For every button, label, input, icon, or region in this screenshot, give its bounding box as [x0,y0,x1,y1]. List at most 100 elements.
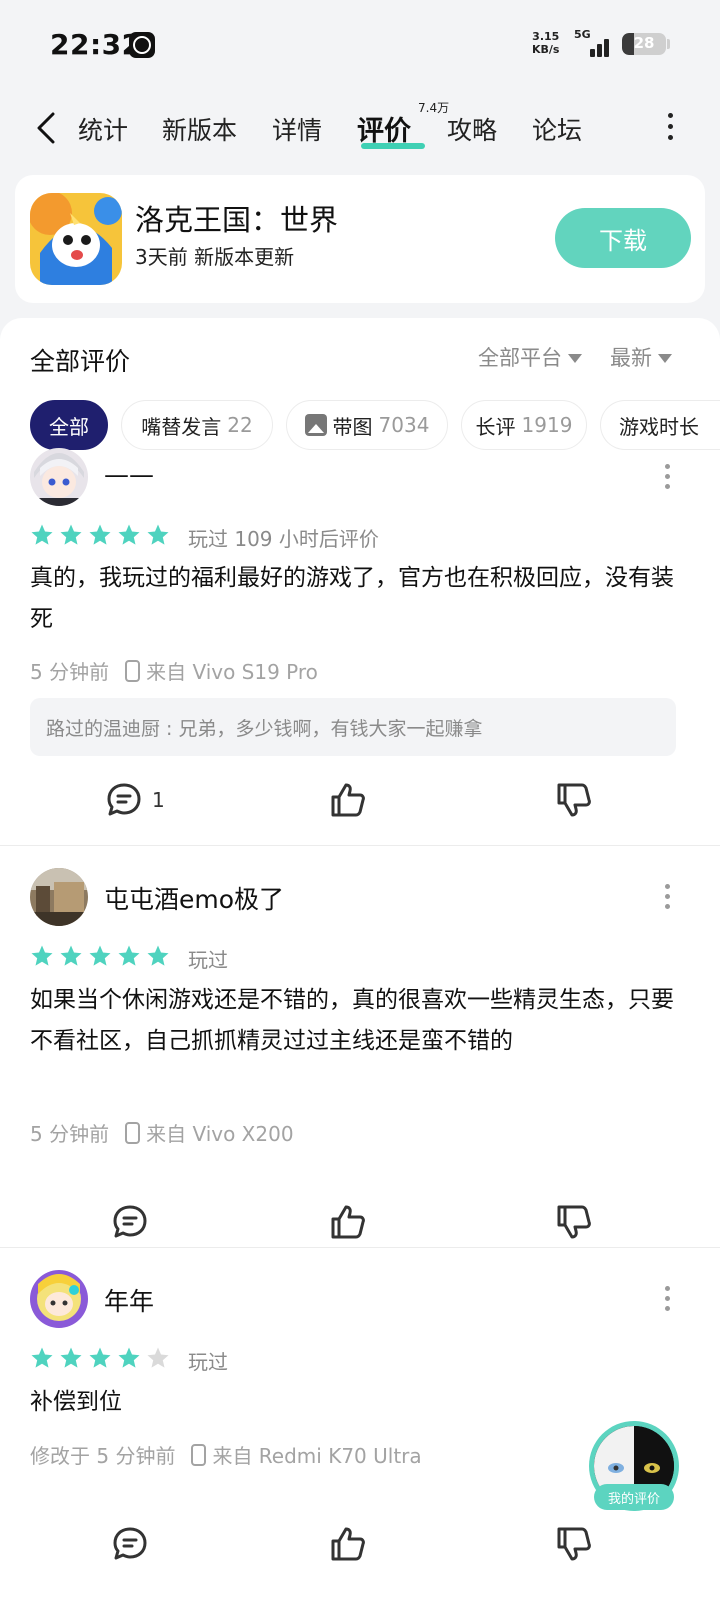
tab-forum[interactable]: 论坛 [532,111,582,147]
avatar[interactable] [30,868,88,926]
review-more-icon[interactable] [665,464,673,494]
review-card: —— 玩过 109 小时后评价 真的，我玩过的福利最好的游戏了，官方也在积极回应… [0,448,720,848]
avatar[interactable] [30,1270,88,1328]
thumbs-up-icon [331,1527,365,1561]
review-time: 5 分钟前 [30,660,110,684]
chip-spokesperson[interactable]: 嘴替发言 22 [121,400,273,450]
app-icon [30,193,122,285]
dislike-button[interactable] [554,1200,594,1244]
star-filled-icon [118,524,140,545]
dislike-button[interactable] [554,778,594,822]
star-filled-icon [147,524,169,545]
chip-play-time[interactable]: 游戏时长 [600,400,720,450]
phone-icon [125,1121,141,1144]
review-time: 修改于 5 分钟前 [30,1444,176,1468]
avatar[interactable] [30,448,88,506]
back-arrow-icon[interactable] [33,110,61,146]
review-meta: 5 分钟前 来自 Vivo S19 Pro [30,656,318,685]
tab-new-version[interactable]: 新版本 [162,111,237,147]
thumbs-up-icon [331,1205,365,1239]
review-actions: 1 [0,778,720,822]
star-filled-icon [31,1347,53,1368]
status-time: 22:32 [50,28,142,61]
review-time: 5 分钟前 [30,1122,110,1146]
review-device: 来自 Vivo S19 Pro [146,660,318,684]
app-update-info: 3天前 新版本更新 [135,245,295,269]
review-meta: 修改于 5 分钟前 来自 Redmi K70 Ultra [30,1440,422,1469]
divider [0,1247,720,1248]
review-card: 年年 玩过 补偿到位 修改于 5 分钟前 来自 Redmi K70 Ultra [0,1270,720,1570]
star-filled-icon [89,524,111,545]
tab-details[interactable]: 详情 [272,111,322,147]
review-text[interactable]: 补偿到位 [30,1382,680,1423]
platform-filter[interactable]: 全部平台 [478,342,582,372]
star-empty-icon [147,1347,169,1368]
thumbs-up-icon [331,783,365,817]
like-button[interactable] [328,778,368,822]
star-rating [30,523,170,547]
like-button[interactable] [328,1522,368,1566]
more-options-icon[interactable] [666,113,674,145]
review-device: 来自 Vivo X200 [146,1122,294,1146]
star-filled-icon [147,945,169,966]
star-filled-icon [31,524,53,545]
thumbs-down-icon [557,1205,591,1239]
thumbs-down-icon [557,1527,591,1561]
notification-app-icon [129,32,155,58]
comment-icon [113,1527,147,1560]
star-filled-icon [60,524,82,545]
comment-button[interactable] [110,1522,150,1566]
play-time: 玩过 [188,1350,228,1374]
filter-chips: 全部 嘴替发言 22 带图 7034 长评 1919 游戏时长 [30,400,720,450]
username[interactable]: 屯屯酒emo极了 [104,880,284,916]
review-device: 来自 Redmi K70 Ultra [212,1444,422,1468]
phone-icon [125,659,141,682]
comment-icon [107,783,141,816]
reviews-panel: 全部评价 全部平台 最新 全部 嘴替发言 22 带图 7034 长评 1919 … [0,318,720,1600]
review-text[interactable]: 真的，我玩过的福利最好的游戏了，官方也在积极回应，没有装死 [30,558,680,640]
comment-icon [113,1205,147,1238]
section-title: 全部评价 [30,347,131,376]
active-tab-indicator [361,143,425,149]
phone-icon [191,1443,207,1466]
comment-button[interactable]: 1 [104,778,165,822]
dislike-button[interactable] [554,1522,594,1566]
top-nav: 统计 新版本 详情 评价 7.4万 攻略 论坛 [0,95,720,160]
thumbs-down-icon [557,783,591,817]
review-actions [0,1522,720,1566]
star-filled-icon [89,945,111,966]
review-more-icon[interactable] [665,1286,673,1316]
review-meta: 5 分钟前 来自 Vivo X200 [30,1118,294,1147]
star-rating [30,944,170,968]
comment-count: 1 [152,788,165,812]
comment-button[interactable] [110,1200,150,1244]
username[interactable]: 年年 [104,1282,154,1318]
my-review-label[interactable]: 我的评价 [594,1484,674,1510]
tab-stats[interactable]: 统计 [78,111,128,147]
caret-down-icon [568,354,582,363]
chip-long-review[interactable]: 长评 1919 [461,400,587,450]
play-time: 玩过 [188,948,228,972]
divider [0,845,720,846]
star-filled-icon [118,1347,140,1368]
app-card[interactable]: 洛克王国：世界 3天前 新版本更新 下载 [15,175,705,303]
star-filled-icon [118,945,140,966]
review-card: 屯屯酒emo极了 玩过 如果当个休闲游戏还是不错的，真的很喜欢一些精灵生态，只要… [0,868,720,1248]
chip-all[interactable]: 全部 [30,400,108,450]
network-speed: 3.15 KB/s [532,30,560,56]
play-time: 玩过 109 小时后评价 [188,527,379,551]
username[interactable]: —— [104,460,154,489]
review-text[interactable]: 如果当个休闲游戏还是不错的，真的很喜欢一些精灵生态，只要不看社区，自己抓抓精灵过… [30,980,680,1062]
tab-guides[interactable]: 攻略 [447,111,497,147]
like-button[interactable] [328,1200,368,1244]
caret-down-icon [658,354,672,363]
reply-preview[interactable]: 路过的温迪厨 : 兄弟，多少钱啊，有钱大家一起赚拿 [30,698,676,756]
sort-filter[interactable]: 最新 [610,342,672,372]
reviews-count-badge: 7.4万 [418,101,450,115]
star-rating [30,1346,170,1370]
download-button[interactable]: 下载 [555,208,691,268]
review-more-icon[interactable] [665,884,673,914]
star-filled-icon [60,1347,82,1368]
chip-with-images[interactable]: 带图 7034 [286,400,448,450]
app-name: 洛克王国：世界 [135,203,339,237]
